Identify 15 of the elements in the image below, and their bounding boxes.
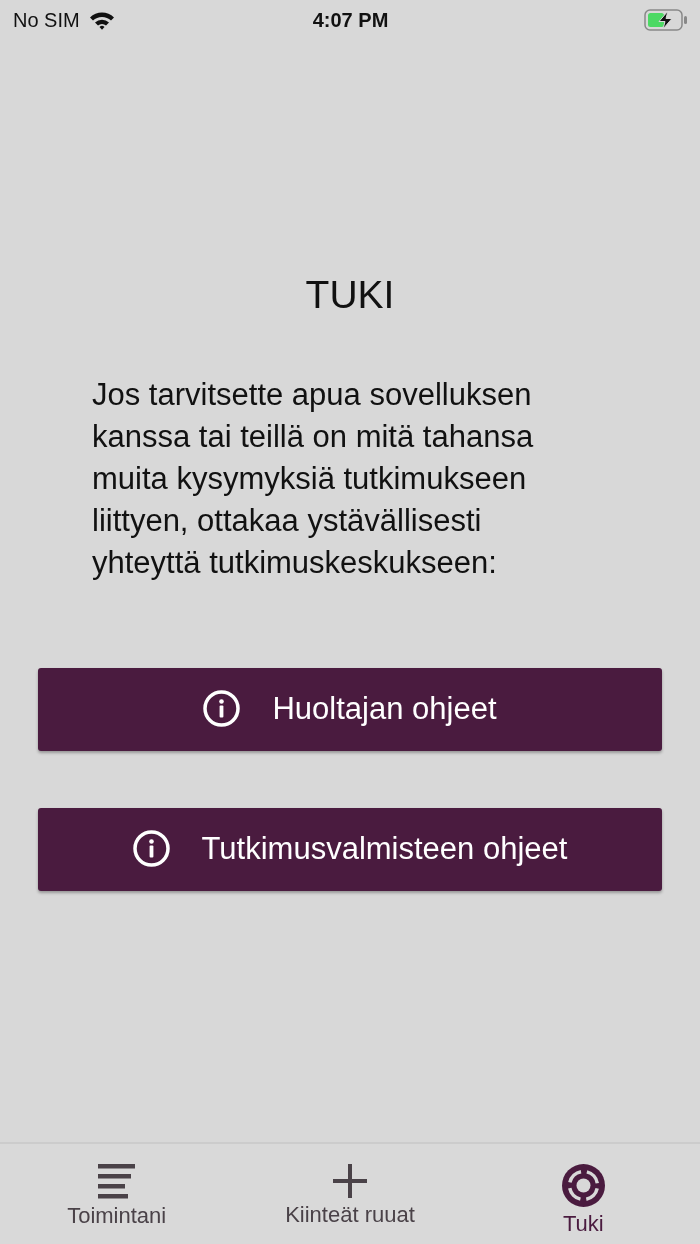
status-time: 4:07 PM	[312, 8, 389, 32]
info-icon	[132, 830, 170, 867]
instructions-button[interactable]: Tutkimusvalmisteen ohjeet	[38, 808, 662, 891]
page-title: TUKI	[305, 272, 395, 318]
support-text: Jos tarvitsette apua sovelluksen kanssa tai teillä on mitä tahansa muita kysymyksiä tutkimukseen liittyen, ottakaa ystävällisesti yhteyttä tutkimuskeskukseen:	[92, 376, 534, 582]
carrier-label: No SIM	[13, 8, 80, 32]
plus-icon	[333, 1164, 367, 1198]
list-icon	[98, 1164, 136, 1199]
tab-bar-item[interactable]: Tuki	[561, 1164, 605, 1237]
wifi-icon	[88, 10, 115, 30]
instructions-button[interactable]: Huoltajan ohjeet	[38, 668, 662, 751]
info-icon	[203, 690, 241, 727]
tab-bar-item[interactable]: Kiinteät ruuat	[285, 1164, 415, 1228]
lifebuoy-icon	[561, 1164, 605, 1207]
tab-bar-item[interactable]: Toimintani	[67, 1164, 167, 1229]
